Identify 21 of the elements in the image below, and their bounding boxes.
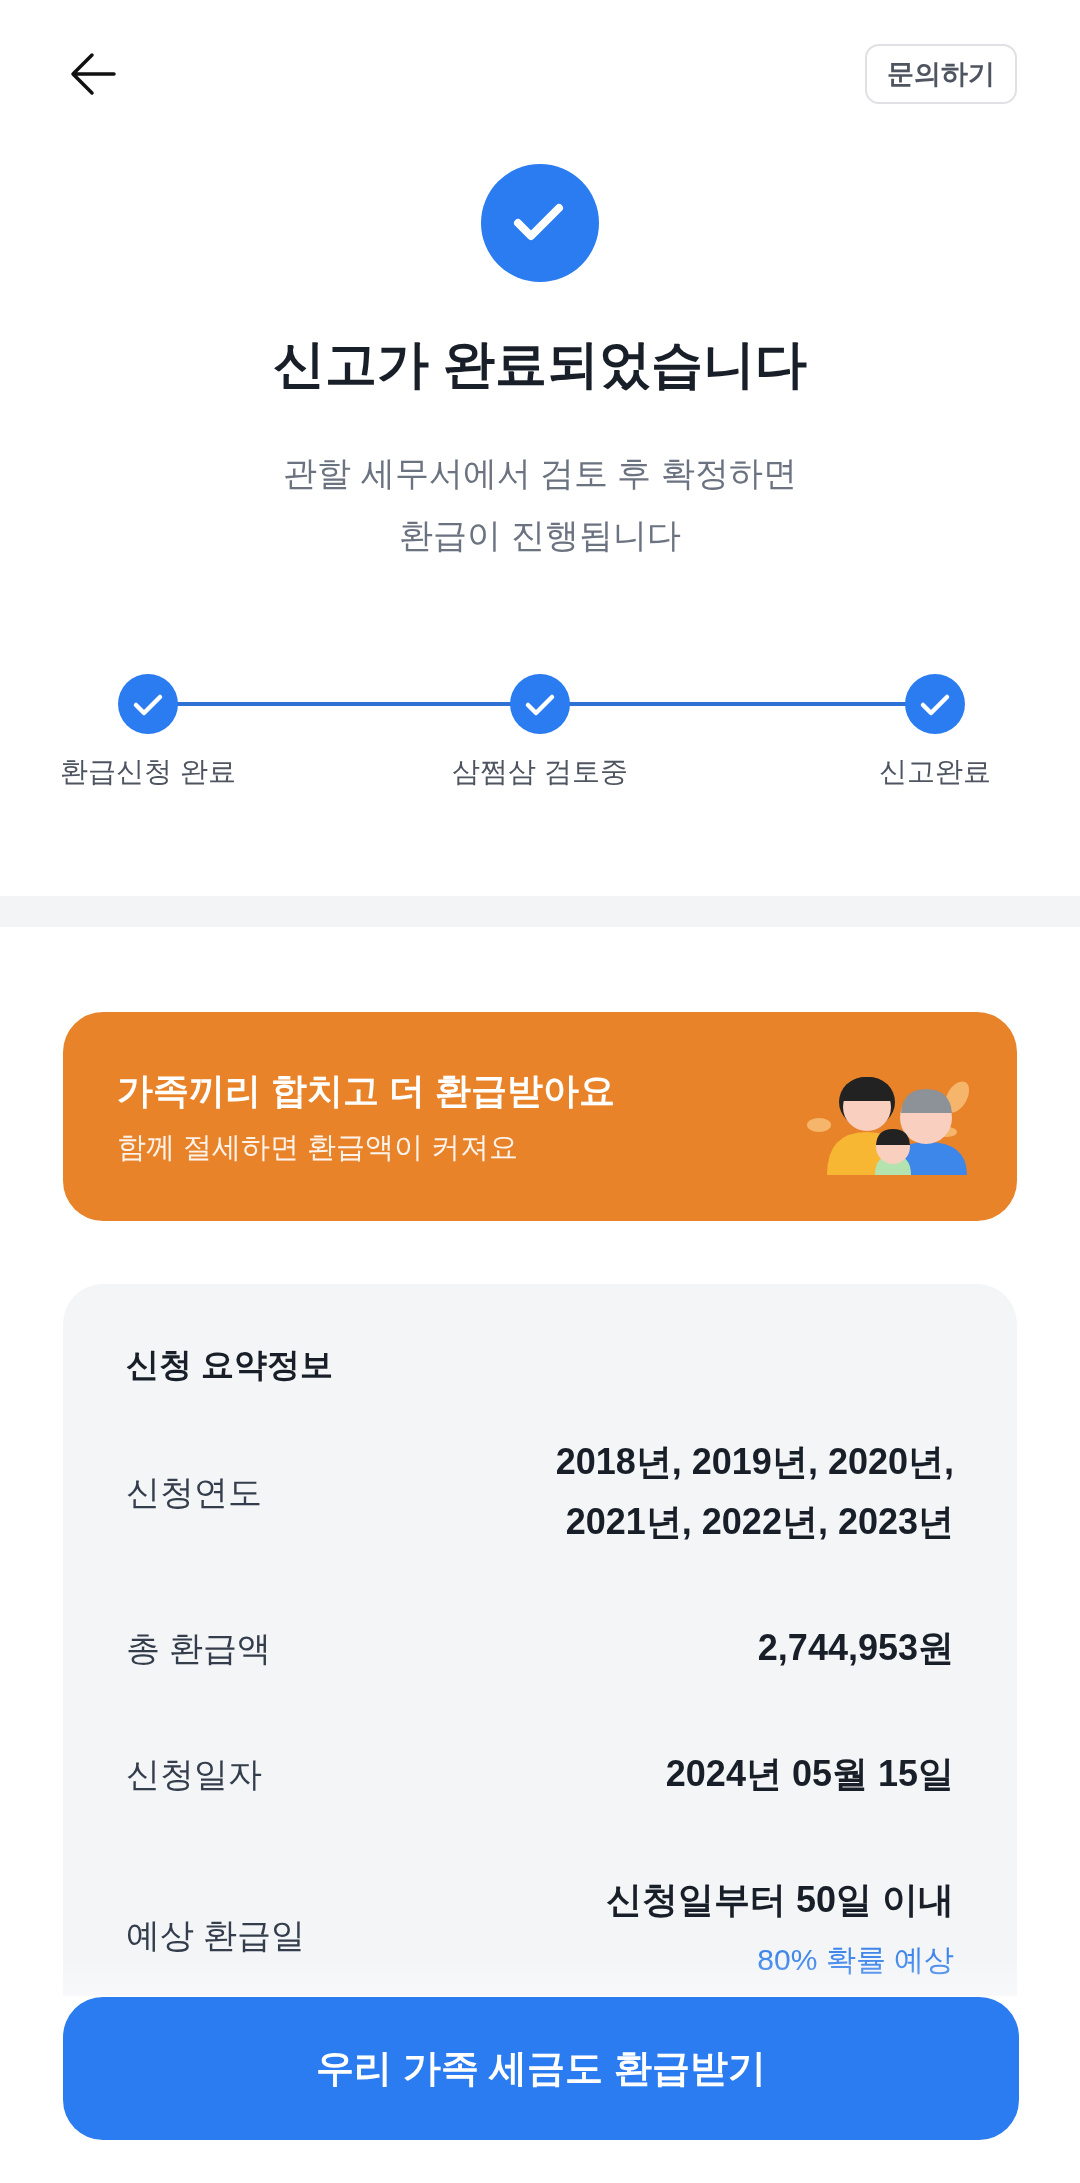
summary-label: 신청연도 <box>126 1472 262 1513</box>
status-message: 관할 세무서에서 검토 후 확정하면 환급이 진행됩니다 <box>283 453 797 556</box>
banner-title: 가족끼리 합치고 더 환급받아요 <box>117 1068 615 1113</box>
check-circle-icon <box>481 164 599 282</box>
summary-value: 2018년, 2019년, 2020년, 2021년, 2022년, 2023년 <box>555 1440 954 1544</box>
summary-label: 예상 환급일 <box>126 1915 306 1956</box>
summary-value: 2,744,953원 <box>757 1626 954 1670</box>
summary-label: 신청일자 <box>126 1754 262 1795</box>
banner-subtitle: 함께 절세하면 환급액이 커져요 <box>117 1129 520 1165</box>
family-refund-button[interactable]: 우리 가족 세금도 환급받기 <box>63 1997 1019 2140</box>
summary-value: 신청일부터 50일 이내 <box>605 1878 954 1922</box>
summary-title: 신청 요약정보 <box>126 1345 335 1385</box>
summary-value: 2024년 05월 15일 <box>665 1752 954 1796</box>
step-label: 환급신청 완료 <box>59 755 237 789</box>
family-banner[interactable]: 가족끼리 합치고 더 환급받아요 함께 절세하면 환급액이 커져요 <box>63 1012 1017 1221</box>
summary-note: 80% 확률 예상 <box>757 1942 954 1978</box>
summary-label: 총 환급액 <box>126 1628 272 1669</box>
help-button[interactable]: 문의하기 <box>865 44 1017 104</box>
step-label: 신고완료 <box>878 755 992 789</box>
step-label: 삼쩜삼 검토중 <box>451 755 629 789</box>
status-title: 신고가 완료되었습니다 <box>272 334 808 395</box>
